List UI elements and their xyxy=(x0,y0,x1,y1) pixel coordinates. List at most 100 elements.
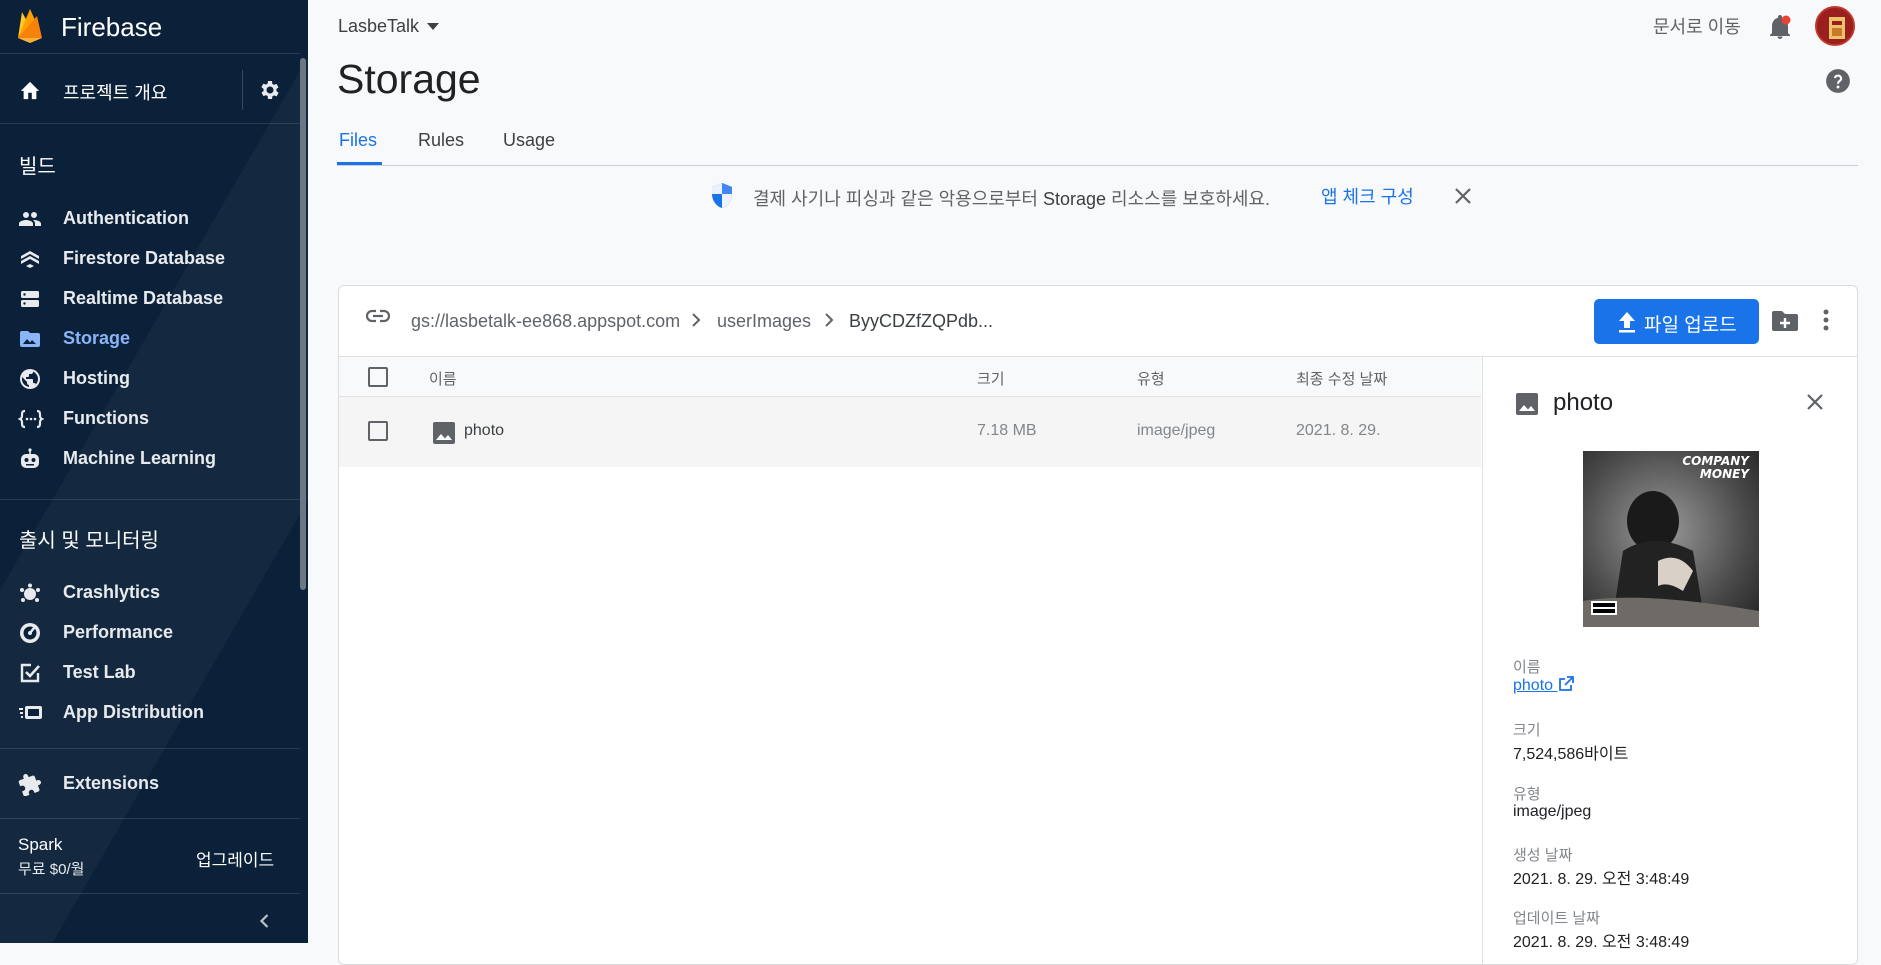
upgrade-button[interactable]: 업그레이드 xyxy=(196,846,274,871)
release-section-title: 출시 및 모니터링 xyxy=(19,530,159,552)
detail-name-link[interactable]: photo xyxy=(1513,676,1574,695)
upload-icon xyxy=(1617,311,1637,333)
people-icon xyxy=(18,207,42,231)
puzzle-icon xyxy=(18,772,42,796)
close-icon[interactable] xyxy=(1453,186,1473,206)
detail-updated-label: 업데이트 날짜 xyxy=(1513,910,1600,927)
detail-name-value: photo xyxy=(1513,677,1554,694)
sidebar-item-functions[interactable]: Functions xyxy=(0,398,300,438)
sidebar-item-crashlytics[interactable]: Crashlytics xyxy=(0,572,300,612)
upload-file-button[interactable]: 파일 업로드 xyxy=(1594,299,1759,344)
sidebar-item-test-lab[interactable]: Test Lab xyxy=(0,652,300,692)
breadcrumb-bucket[interactable]: gs://lasbetalk-ee868.appspot.com xyxy=(411,311,680,332)
detail-created-label: 생성 날짜 xyxy=(1513,847,1573,864)
sidebar-item-authentication[interactable]: Authentication xyxy=(0,198,300,238)
sidebar-item-label: Authentication xyxy=(63,208,189,228)
configure-app-check-link[interactable]: 앱 체크 구성 xyxy=(1321,183,1414,209)
project-overview-link[interactable]: 프로젝트 개요 xyxy=(63,79,167,105)
divider xyxy=(0,818,300,819)
column-modified[interactable]: 최종 수정 날짜 xyxy=(1296,368,1387,389)
robot-icon xyxy=(18,447,42,471)
image-preview[interactable]: COMPANY MONEY xyxy=(1583,451,1759,627)
user-avatar[interactable] xyxy=(1815,6,1855,46)
link-icon[interactable] xyxy=(365,309,391,323)
project-selector[interactable]: LasbeTalk xyxy=(338,16,440,37)
column-size[interactable]: 크기 xyxy=(977,368,1005,389)
sidebar-item-storage[interactable]: Storage xyxy=(0,318,300,358)
detail-name-label: 이름 xyxy=(1513,659,1541,676)
image-file-icon xyxy=(432,421,456,445)
sidebar-item-label: Performance xyxy=(63,622,174,642)
table-row[interactable]: photo 7.18 MB image/jpeg 2021. 8. 29. xyxy=(339,397,1481,467)
speedometer-icon xyxy=(18,621,42,645)
file-type: image/jpeg xyxy=(1137,422,1216,439)
more-vert-icon[interactable] xyxy=(1823,309,1829,331)
sidebar-item-hosting[interactable]: Hosting xyxy=(0,358,300,398)
breadcrumb-folder[interactable]: userImages xyxy=(717,311,811,332)
banner-text: 결제 사기나 피싱과 같은 악용으로부터 Storage 리소스를 보호하세요. xyxy=(753,185,1270,211)
tab-usage[interactable]: Usage xyxy=(503,130,555,151)
file-name[interactable]: photo xyxy=(464,422,504,440)
detail-size-label: 크기 xyxy=(1513,722,1541,739)
column-name[interactable]: 이름 xyxy=(429,368,457,389)
preview-text-line: MONEY xyxy=(1699,467,1749,481)
sidebar-item-extensions[interactable]: Extensions xyxy=(0,763,300,803)
file-detail-panel: photo COMPANY MONEY 이름 photo 크기 7,524,58… xyxy=(1482,357,1857,964)
close-icon[interactable] xyxy=(1805,392,1825,412)
sidebar-item-label: Machine Learning xyxy=(63,448,217,468)
sidebar-item-firestore[interactable]: Firestore Database xyxy=(0,238,300,278)
functions-icon xyxy=(18,407,44,431)
chevron-left-icon[interactable] xyxy=(256,912,274,930)
crashlytics-icon xyxy=(18,581,42,605)
sidebar-item-label: Crashlytics xyxy=(63,582,161,602)
project-name: LasbeTalk xyxy=(338,16,420,36)
row-checkbox[interactable] xyxy=(368,421,388,441)
sidebar-item-label: Extensions xyxy=(63,773,160,793)
sidebar: Firebase 프로젝트 개요 빌드 Authentication Fires… xyxy=(0,0,308,943)
sidebar-item-label: Firestore Database xyxy=(63,248,226,268)
tab-bar: Files Rules Usage xyxy=(337,126,1858,166)
active-tab-indicator xyxy=(337,162,382,165)
checklist-icon xyxy=(18,661,42,685)
page-title: Storage xyxy=(337,56,481,102)
divider xyxy=(0,893,300,894)
column-type[interactable]: 유형 xyxy=(1137,368,1165,389)
dropdown-arrow-icon xyxy=(427,23,440,30)
divider xyxy=(0,499,300,500)
sidebar-item-performance[interactable]: Performance xyxy=(0,612,300,652)
sidebar-item-label: Realtime Database xyxy=(63,288,224,308)
build-section-title: 빌드 xyxy=(19,156,56,178)
notifications-bell-icon[interactable] xyxy=(1768,14,1792,40)
sidebar-item-realtime-database[interactable]: Realtime Database xyxy=(0,278,300,318)
plan-info: Spark 무료 $0/월 xyxy=(18,835,84,879)
detail-size-value: 7,524,586바이트 xyxy=(1513,746,1629,763)
storage-folder-icon xyxy=(18,327,42,351)
tab-files[interactable]: Files xyxy=(339,130,377,151)
table-header: 이름 크기 유형 최종 수정 날짜 xyxy=(339,357,1481,397)
sidebar-item-machine-learning[interactable]: Machine Learning xyxy=(0,438,300,478)
banner-text-bold: Storage xyxy=(1042,189,1107,209)
settings-gear-icon[interactable] xyxy=(258,78,282,102)
file-browser-card: gs://lasbetalk-ee868.appspot.com userIma… xyxy=(338,285,1858,965)
sidebar-scrollbar[interactable] xyxy=(300,58,306,590)
sidebar-brand[interactable]: Firebase xyxy=(0,0,300,54)
docs-link[interactable]: 문서로 이동 xyxy=(1653,13,1741,39)
select-all-checkbox[interactable] xyxy=(368,367,388,387)
tab-rules[interactable]: Rules xyxy=(418,130,464,151)
detail-title: photo xyxy=(1553,389,1614,416)
database-icon xyxy=(18,287,42,311)
brand-name: Firebase xyxy=(61,12,163,42)
shield-icon xyxy=(710,182,734,210)
divider xyxy=(242,70,243,110)
new-folder-icon[interactable] xyxy=(1771,310,1799,332)
chevron-right-icon xyxy=(824,312,834,328)
breadcrumb-current: ByyCDZfZQPdb... xyxy=(849,311,994,331)
sidebar-item-label: Storage xyxy=(63,328,131,348)
sidebar-item-label: Functions xyxy=(63,408,149,428)
sidebar-item-app-distribution[interactable]: App Distribution xyxy=(0,692,300,732)
plan-name: Spark xyxy=(18,835,63,854)
firestore-icon xyxy=(18,247,42,271)
help-icon[interactable] xyxy=(1825,68,1851,94)
detail-type-value: image/jpeg xyxy=(1513,803,1592,820)
preview-text-line: COMPANY xyxy=(1682,454,1749,468)
